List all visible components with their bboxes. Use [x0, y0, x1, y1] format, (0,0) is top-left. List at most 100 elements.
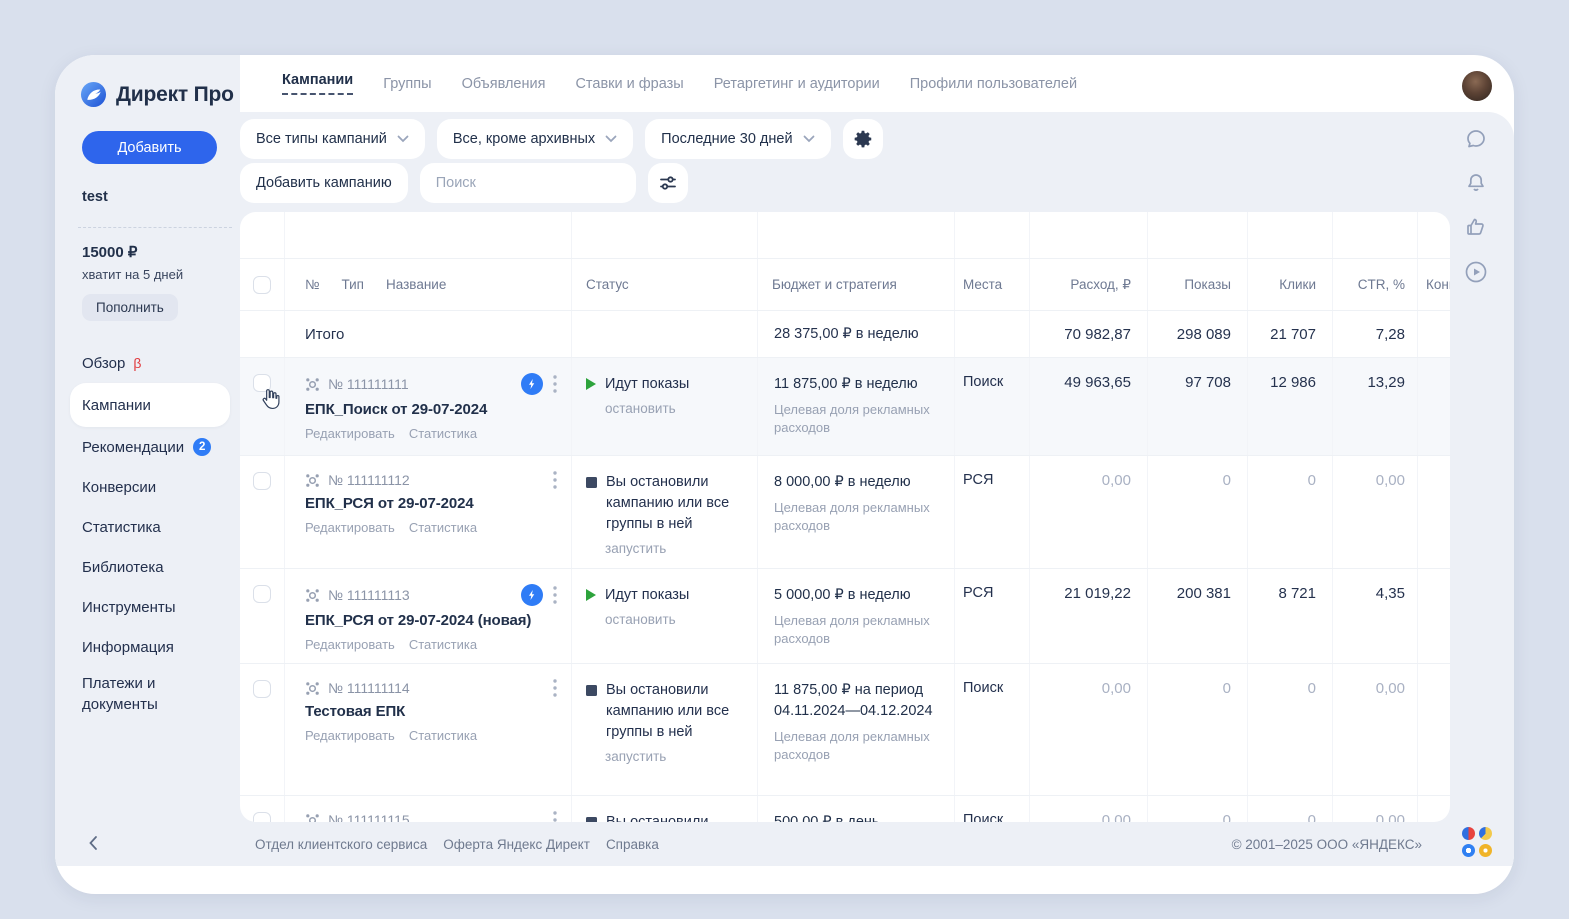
row-menu-icon[interactable] — [551, 471, 559, 489]
sidebar-item-label: Информация — [82, 639, 174, 656]
row-checkbox[interactable] — [253, 680, 271, 698]
sidebar-item-library[interactable]: Библиотека — [70, 547, 230, 587]
edit-link[interactable]: Редактировать — [305, 520, 395, 535]
service-icon — [1479, 844, 1492, 857]
table-row: № 111111113 ЕПК_РСЯ от 29-07-2024 (новая… — [240, 568, 1450, 663]
campaign-type-icon — [305, 588, 320, 603]
campaign-name[interactable]: Тестовая ЕПК — [305, 703, 559, 720]
edit-link[interactable]: Редактировать — [305, 728, 395, 743]
col-header-status[interactable]: Статус — [572, 259, 758, 310]
row-menu-icon[interactable] — [551, 375, 559, 393]
service-icon — [1462, 827, 1475, 840]
col-header-shows[interactable]: Показы — [1148, 259, 1248, 310]
stop-link[interactable]: остановить — [605, 612, 745, 627]
sidebar-item-recommendations[interactable]: Рекомендации 2 — [70, 427, 230, 467]
totals-row: Итого 28 375,00 ₽ в неделю 70 982,87 298… — [240, 310, 1450, 357]
places-value: РСЯ — [955, 456, 1030, 568]
row-menu-icon[interactable] — [551, 586, 559, 604]
status-text: Вы остановили кампанию или все группы в … — [606, 812, 745, 822]
tab-bids-phrases[interactable]: Ставки и фразы — [575, 76, 683, 92]
row-menu-icon[interactable] — [551, 811, 559, 822]
statistics-link[interactable]: Статистика — [409, 426, 477, 441]
campaign-type-dropdown[interactable]: Все типы кампаний — [240, 119, 425, 159]
sidebar-item-conversions[interactable]: Конверсии — [70, 467, 230, 507]
boost-lightning-icon[interactable] — [521, 584, 543, 606]
row-checkbox[interactable] — [253, 585, 271, 603]
start-link[interactable]: запустить — [605, 541, 745, 556]
boost-lightning-icon[interactable] — [521, 373, 543, 395]
footer-link-offer[interactable]: Оферта Яндекс Директ — [443, 837, 590, 852]
shows-value: 0 — [1148, 796, 1248, 822]
row-checkbox[interactable] — [253, 812, 271, 822]
campaign-name[interactable]: ЕПК_Поиск от 29-07-2024 — [305, 401, 559, 418]
tab-campaigns[interactable]: Кампании — [282, 72, 353, 95]
col-header-ctr[interactable]: CTR, % — [1333, 259, 1418, 310]
col-header-cost[interactable]: Расход, ₽ — [1030, 259, 1148, 310]
places-value: Поиск — [955, 796, 1030, 822]
user-avatar[interactable] — [1462, 71, 1492, 101]
statistics-link[interactable]: Статистика — [409, 637, 477, 652]
ctr-value: 0,00 — [1333, 796, 1418, 822]
sidebar-item-campaigns[interactable]: Кампании — [70, 383, 230, 427]
sidebar-item-information[interactable]: Информация — [70, 627, 230, 667]
chat-icon[interactable] — [1464, 127, 1488, 151]
sidebar-item-label: Библиотека — [82, 559, 164, 576]
col-header-num[interactable]: № — [305, 277, 319, 292]
topup-button[interactable]: Пополнить — [82, 294, 178, 321]
col-header-conversions[interactable]: Конверсии — [1418, 259, 1450, 310]
settings-button[interactable] — [843, 119, 883, 159]
tab-ads[interactable]: Объявления — [462, 76, 546, 92]
collapse-sidebar-icon[interactable] — [88, 835, 98, 851]
footer-link-support[interactable]: Отдел клиентского сервиса — [255, 837, 427, 852]
status-running-icon — [586, 589, 596, 601]
stop-link[interactable]: остановить — [605, 401, 745, 416]
campaign-name[interactable]: ЕПК_РСЯ от 29-07-2024 (новая) — [305, 612, 559, 629]
period-dropdown[interactable]: Последние 30 дней — [645, 119, 830, 159]
status-stopped-icon — [586, 477, 597, 488]
statistics-link[interactable]: Статистика — [409, 520, 477, 535]
edit-link[interactable]: Редактировать — [305, 426, 395, 441]
select-all-checkbox[interactable] — [253, 276, 271, 294]
add-campaign-button[interactable]: Добавить кампанию — [240, 163, 408, 203]
brand-logo[interactable]: Директ Про — [80, 81, 234, 108]
sidebar-item-statistics[interactable]: Статистика — [70, 507, 230, 547]
footer-links: Отдел клиентского сервиса Оферта Яндекс … — [255, 822, 659, 866]
filter-settings-button[interactable] — [648, 163, 688, 203]
tab-user-profiles[interactable]: Профили пользователей — [910, 76, 1077, 92]
campaign-type-icon — [305, 681, 320, 696]
archive-filter-dropdown[interactable]: Все, кроме архивных — [437, 119, 633, 159]
col-header-clicks[interactable]: Клики — [1248, 259, 1333, 310]
row-menu-icon[interactable] — [551, 679, 559, 697]
col-header-places[interactable]: Места — [955, 259, 1030, 310]
sidebar-item-payments[interactable]: Платежи и документы — [70, 667, 202, 721]
table-row: № 111111112 ЕПК_РСЯ от 29-07-2024 Редакт… — [240, 455, 1450, 568]
col-header-type[interactable]: Тип — [341, 277, 364, 292]
row-checkbox[interactable] — [253, 472, 271, 490]
row-checkbox[interactable] — [253, 374, 271, 392]
add-button[interactable]: Добавить — [82, 131, 217, 164]
tab-retargeting[interactable]: Ретаргетинг и аудитории — [714, 76, 880, 92]
footer-bar: Отдел клиентского сервиса Оферта Яндекс … — [55, 822, 1514, 866]
gear-icon — [852, 128, 874, 150]
yandex-services-widget[interactable] — [1462, 827, 1492, 857]
bell-icon[interactable] — [1464, 171, 1488, 195]
sidebar-item-tools[interactable]: Инструменты — [70, 587, 230, 627]
tab-groups[interactable]: Группы — [383, 76, 431, 92]
account-name: test — [82, 189, 108, 205]
play-circle-icon[interactable] — [1463, 259, 1489, 285]
thumbs-up-icon[interactable] — [1464, 215, 1488, 239]
right-icon-strip — [1463, 127, 1489, 285]
footer-link-help[interactable]: Справка — [606, 837, 659, 852]
start-link[interactable]: запустить — [605, 749, 745, 764]
col-header-budget[interactable]: Бюджет и стратегия — [758, 259, 955, 310]
sidebar-item-label: Обзор — [82, 355, 125, 372]
campaign-name[interactable]: ЕПК_РСЯ от 29-07-2024 — [305, 495, 559, 512]
status-running-icon — [586, 378, 596, 390]
search-input[interactable] — [420, 163, 636, 203]
col-header-name[interactable]: Название — [386, 277, 446, 292]
edit-link[interactable]: Редактировать — [305, 637, 395, 652]
sidebar-item-overview[interactable]: Обзор β — [70, 343, 230, 383]
statistics-link[interactable]: Статистика — [409, 728, 477, 743]
strategy-text: Целевая доля рекламных расходов — [774, 401, 938, 437]
totals-shows: 298 089 — [1148, 311, 1248, 357]
